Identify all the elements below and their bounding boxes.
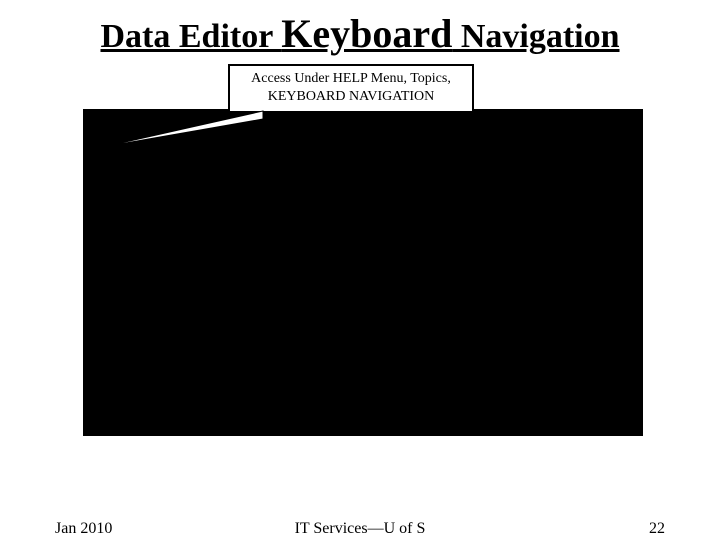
callout: Access Under HELP Menu, Topics, KEYBOARD…	[228, 64, 474, 113]
slide-title: Data Editor Keyboard Navigation	[0, 12, 720, 56]
screenshot-placeholder	[83, 109, 643, 436]
callout-line-2: KEYBOARD NAVIGATION	[236, 88, 466, 106]
callout-box: Access Under HELP Menu, Topics, KEYBOARD…	[228, 64, 474, 113]
title-part-2: Navigation	[452, 18, 619, 55]
title-part-1: Data Editor	[100, 18, 281, 55]
title-keyword: Keyboard	[281, 11, 452, 56]
footer-page-number: 22	[649, 520, 665, 538]
callout-line-1: Access Under HELP Menu, Topics,	[236, 70, 466, 88]
footer-center: IT Services—U of S	[0, 520, 720, 538]
